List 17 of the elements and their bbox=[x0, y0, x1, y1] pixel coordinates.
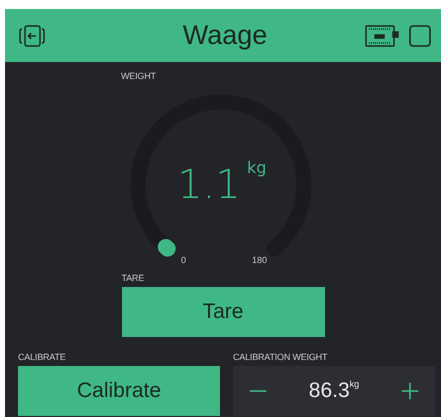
device-icon[interactable] bbox=[365, 24, 399, 46]
weight-unit: kg bbox=[247, 158, 266, 177]
gauge-max: 180 bbox=[252, 255, 268, 265]
calibration-weight-stepper[interactable]: 86.3$^{kg}$ bbox=[233, 366, 435, 416]
gauge-min: 0 bbox=[181, 255, 186, 265]
square-icon[interactable] bbox=[409, 24, 431, 46]
tare-button[interactable]: Tare bbox=[122, 287, 324, 337]
app-title: Waage bbox=[182, 20, 268, 51]
tare-label: TARE bbox=[122, 273, 146, 283]
weight-value: 1.1 bbox=[177, 162, 241, 208]
calibration-weight-label: CALIBRATION WEIGHT bbox=[233, 352, 328, 362]
calibrate-button[interactable]: Calibrate bbox=[18, 366, 220, 416]
calibration-weight-value: 86.3$^{kg}$ bbox=[308, 379, 360, 403]
calibrate-label: CALIBRATE bbox=[18, 352, 67, 362]
exit-icon[interactable] bbox=[19, 24, 45, 46]
weight-label: WEIGHT bbox=[121, 71, 157, 81]
gauge-fill bbox=[158, 238, 176, 257]
